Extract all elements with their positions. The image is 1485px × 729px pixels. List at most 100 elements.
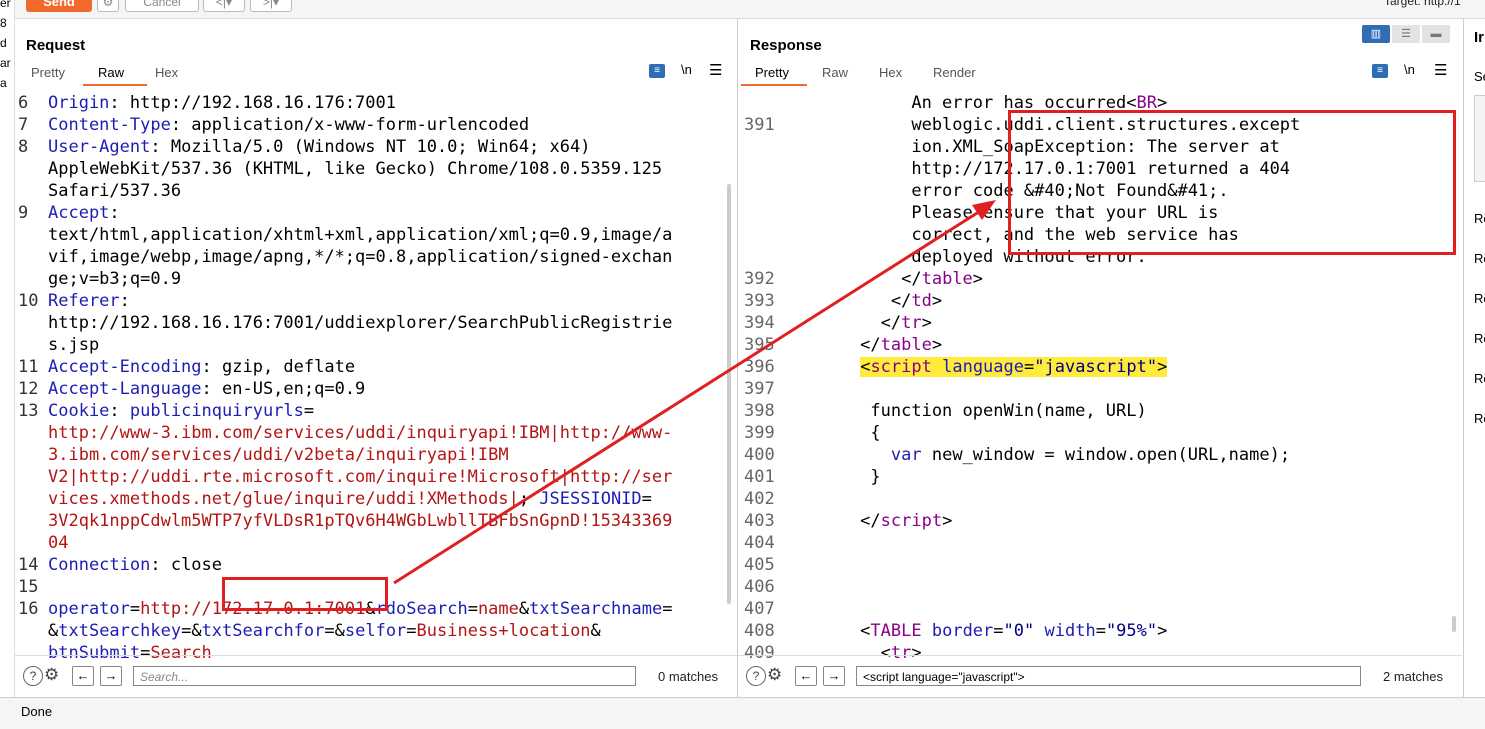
tab-view-icon[interactable]: ▬ <box>1422 25 1450 43</box>
settings-icon[interactable]: ⚙ <box>44 665 59 685</box>
code-token: table <box>880 335 932 355</box>
search-input[interactable]: Search... <box>133 666 636 686</box>
line-number: 14 <box>18 555 39 575</box>
line-number: 393 <box>744 291 775 311</box>
forward-button[interactable]: >|▾ <box>250 0 292 12</box>
code-token: text/html,application/xhtml+xml,applicat… <box>48 225 673 245</box>
code-token: = <box>1095 621 1106 641</box>
code-line: Accept-Encoding: gzip, deflate <box>48 356 355 378</box>
tab-pretty[interactable]: Pretty <box>755 65 789 80</box>
code-token: : <box>109 401 130 421</box>
line-number: 15 <box>18 577 39 597</box>
menu-icon[interactable]: ☰ <box>1434 61 1447 79</box>
inspector-item[interactable]: Re <box>1474 331 1485 346</box>
response-scrollbar[interactable] <box>1452 616 1456 632</box>
newline-icon[interactable]: \n <box>1404 62 1415 77</box>
cancel-button[interactable]: Cancel <box>125 0 199 12</box>
tab-render[interactable]: Render <box>933 65 976 80</box>
code-token: = <box>993 621 1004 641</box>
code-line: http://192.168.16.176:7001/uddiexplorer/… <box>48 312 672 334</box>
line-number: 10 <box>18 291 39 311</box>
horizontal-view-icon[interactable]: ☰ <box>1392 25 1420 43</box>
help-icon[interactable]: ? <box>23 666 43 686</box>
code-token: Accept <box>48 203 110 223</box>
code-token: </ <box>809 313 902 333</box>
code-token: Safari/537.36 <box>48 181 182 201</box>
wrap-icon[interactable]: ≡ <box>649 64 665 78</box>
line-number: 13 <box>18 401 39 421</box>
tab-hex[interactable]: Hex <box>879 65 902 80</box>
code-token: 3.ibm.com/services/uddi/v2beta/inquiryap… <box>48 445 509 465</box>
code-token: > <box>931 291 943 311</box>
code-line: 3V2qk1nppCdwlm5WTP7yfVLDsR1pTQv6H4WGbLwb… <box>48 510 672 532</box>
inspector-item[interactable]: Re <box>1474 211 1485 226</box>
settings-icon[interactable]: ⚙ <box>97 0 119 12</box>
prev-match-button[interactable]: ← <box>72 666 94 686</box>
code-line: <script language="javascript"> <box>809 356 1168 378</box>
inspector-item[interactable]: Re <box>1474 411 1485 426</box>
line-number: 398 <box>744 401 775 421</box>
prev-match-button[interactable]: ← <box>795 666 817 686</box>
code-token: = <box>641 489 652 509</box>
code-token: http://192.168.16.176:7001/uddiexplorer/… <box>48 313 673 333</box>
response-title: Response <box>750 37 822 54</box>
next-match-button[interactable]: → <box>100 666 122 686</box>
code-token: language <box>942 357 1024 377</box>
left-edge-panel: er 8 d ar a <box>0 0 15 728</box>
code-token: operator <box>48 599 130 619</box>
search-input[interactable]: <script language="javascript"> <box>856 666 1361 686</box>
code-token: selfor <box>344 621 407 641</box>
code-token: Origin <box>48 93 110 113</box>
annotation-box-request <box>222 577 388 611</box>
left-edge-text: ar <box>0 56 11 70</box>
annotation-box-response <box>1008 110 1456 255</box>
code-token: > <box>931 335 943 355</box>
menu-icon[interactable]: ☰ <box>709 61 722 79</box>
inspector-item[interactable]: Re <box>1474 291 1485 306</box>
next-match-button[interactable]: → <box>823 666 845 686</box>
tab-pretty[interactable]: Pretty <box>31 65 65 80</box>
tab-raw[interactable]: Raw <box>822 65 848 80</box>
help-icon[interactable]: ? <box>746 666 766 686</box>
code-token: < <box>860 357 871 377</box>
code-token: txtSearchname <box>529 599 663 619</box>
top-toolbar: Send ⚙ Cancel <|▾ >|▾ Target: http://1 <box>0 0 1485 19</box>
code-line: </table> <box>809 268 983 290</box>
target-label[interactable]: Target: http://1 <box>1384 0 1461 8</box>
request-search-bar: ? ⚙ ← → Search... 0 matches <box>15 655 737 696</box>
request-title: Request <box>26 37 86 54</box>
line-number: 16 <box>18 599 39 619</box>
inspector-item[interactable]: Re <box>1474 251 1485 266</box>
back-button[interactable]: <|▾ <box>203 0 245 12</box>
line-number: 395 <box>744 335 775 355</box>
request-scrollbar[interactable] <box>727 184 731 604</box>
code-token: Accept-Encoding <box>48 357 202 377</box>
code-token: & <box>590 621 601 641</box>
code-line: V2|http://uddi.rte.microsoft.com/inquire… <box>48 466 672 488</box>
code-token: > <box>921 313 932 333</box>
code-token: "95%" <box>1105 621 1158 641</box>
tab-raw[interactable]: Raw <box>98 65 124 80</box>
inspector-item[interactable]: Se <box>1474 69 1485 84</box>
tab-hex[interactable]: Hex <box>155 65 178 80</box>
code-token: Connection <box>48 555 151 575</box>
newline-icon[interactable]: \n <box>681 62 692 77</box>
code-token: JSESSIONID <box>539 489 642 509</box>
code-token: = <box>662 599 673 619</box>
wrap-icon[interactable]: ≡ <box>1372 64 1388 78</box>
settings-icon[interactable]: ⚙ <box>767 665 782 685</box>
code-line: } <box>809 466 880 488</box>
send-button[interactable]: Send <box>26 0 92 12</box>
code-line: Accept: <box>48 202 120 224</box>
code-token: ge;v=b3;q=0.9 <box>48 269 182 289</box>
inspector-item[interactable]: Re <box>1474 371 1485 386</box>
split-view-icon[interactable]: ▥ <box>1362 25 1390 43</box>
left-edge-text: a <box>0 76 7 90</box>
code-token: txtSearchfor <box>201 621 325 641</box>
code-line: 04 <box>48 532 68 554</box>
code-line: var new_window = window.open(URL,name); <box>809 444 1290 466</box>
line-number: 403 <box>744 511 775 531</box>
code-line: Referer: <box>48 290 130 312</box>
